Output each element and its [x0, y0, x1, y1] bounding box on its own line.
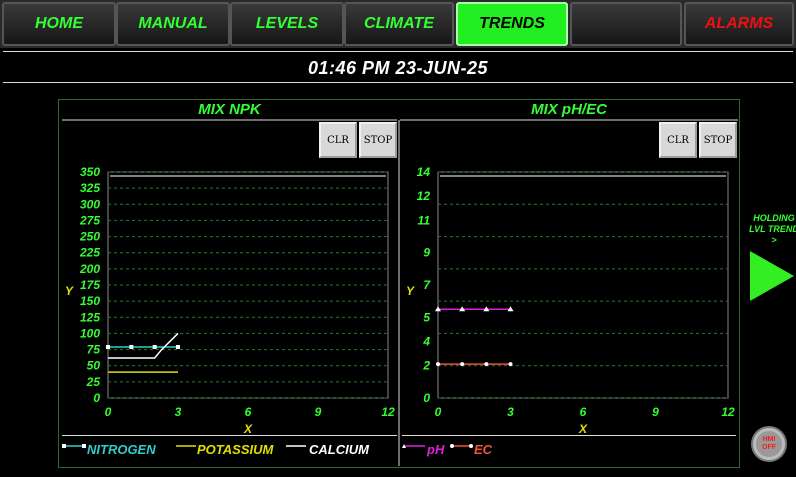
legend-potassium: POTASSIUM: [197, 442, 274, 457]
x-tick-label: 12: [381, 405, 395, 419]
y-tick-label: 275: [79, 213, 100, 227]
legend-ph: pH: [427, 442, 445, 457]
phec-chart: 0 2 4 5 7 9 11 12 14 0 3 6 9 12 X Y: [406, 165, 735, 436]
npk-legend-rule: [62, 435, 397, 436]
series-line-calcium: [108, 332, 179, 359]
y-axis-title: Y: [406, 284, 415, 298]
x-tick-label: 3: [507, 405, 514, 419]
x-tick-label: 0: [435, 405, 442, 419]
data-point: [152, 344, 157, 349]
y-tick-label: 125: [80, 310, 100, 324]
data-point: [129, 344, 134, 349]
y-tick-label: 25: [86, 375, 101, 389]
legend-nitrogen: NITROGEN: [87, 442, 156, 457]
y-tick-label: 75: [87, 343, 101, 357]
hmi-off-button[interactable]: HMI OFF: [751, 426, 787, 462]
legend-ec: EC: [474, 442, 493, 457]
x-axis-title: X: [243, 422, 253, 436]
y-tick-label: 5: [423, 310, 430, 324]
y-tick-label: 0: [423, 391, 430, 405]
data-point: [436, 362, 440, 367]
legend-calcium: CALCIUM: [309, 442, 369, 457]
x-tick-label: 0: [105, 405, 112, 419]
y-tick-label: 350: [80, 165, 100, 179]
data-point: [460, 362, 465, 367]
charts-svg: 0255075100125150175200225250275300325350…: [62, 119, 738, 466]
y-tick-label: 200: [79, 262, 100, 276]
phec-legend-rule: [402, 435, 736, 436]
y-tick-label: 4: [422, 335, 430, 349]
x-tick-label: 12: [721, 405, 735, 419]
next-arrow-icon[interactable]: [747, 248, 796, 308]
y-tick-label: 225: [79, 246, 100, 260]
npk-chart: 0 25 50 75 100 125 150 175 200 225 250 275 300 325 350…: [65, 165, 395, 436]
y-tick-label: 9: [423, 246, 430, 260]
hmi-line2: OFF: [762, 444, 776, 451]
hmi-line1: HMI: [762, 436, 776, 443]
x-axis-title: X: [578, 422, 588, 436]
y-tick-label: 250: [79, 230, 100, 244]
data-point: [106, 344, 110, 349]
hmi-off-icon: HMI OFF: [756, 431, 782, 457]
y-tick-label: 7: [423, 278, 431, 292]
holding-trend-label: HOLDING LVL TREND >: [749, 213, 796, 245]
y-axis-title: Y: [65, 284, 74, 298]
y-tick-label: 300: [80, 197, 100, 211]
y-tick-label: 12: [417, 189, 431, 203]
y-tick-label: 175: [80, 278, 100, 292]
data-point: [508, 362, 513, 367]
x-tick-label: 9: [652, 405, 659, 419]
y-tick-label: 50: [87, 359, 101, 373]
x-tick-label: 6: [580, 405, 587, 419]
y-tick-label: 14: [417, 165, 431, 179]
y-tick-label: 100: [80, 326, 100, 340]
y-tick-label: 0: [93, 391, 100, 405]
x-tick-label: 3: [175, 405, 182, 419]
x-tick-label: 6: [245, 405, 252, 419]
y-tick-label: 325: [80, 181, 100, 195]
data-point: [176, 344, 180, 349]
y-tick-label: 11: [418, 213, 431, 227]
x-tick-label: 9: [315, 405, 322, 419]
data-point: [484, 362, 489, 367]
y-tick-label: 150: [80, 294, 100, 308]
y-tick-label: 2: [422, 359, 430, 373]
